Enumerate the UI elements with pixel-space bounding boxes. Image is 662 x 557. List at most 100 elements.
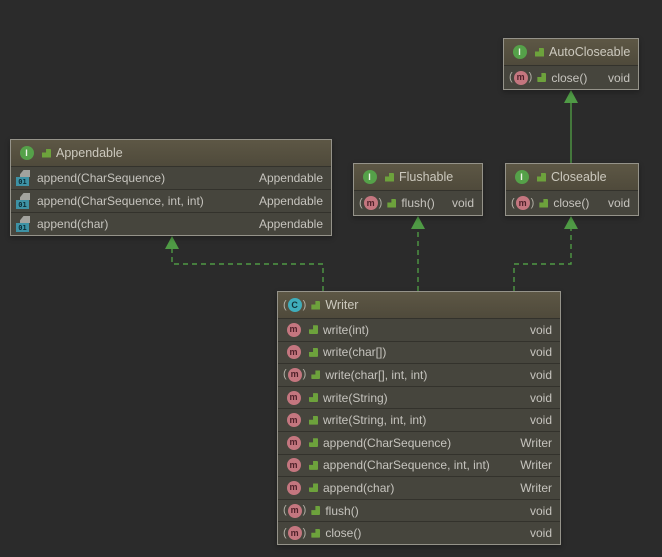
method-name: append(CharSequence, int, int): [37, 194, 204, 208]
method-icon: m: [283, 458, 304, 472]
method-name: append(CharSequence): [323, 436, 451, 450]
class-node-writer[interactable]: C Writer m write(int) void m write(char[…: [277, 291, 561, 545]
method-name: append(char): [37, 217, 108, 231]
method-row[interactable]: 01 append(char) Appendable: [11, 212, 331, 235]
interface-icon: I: [511, 170, 532, 184]
method-name: write(String): [323, 391, 388, 405]
method-row[interactable]: 01 append(CharSequence) Appendable: [11, 166, 331, 189]
public-modifier-icon: [539, 199, 548, 208]
interface-icon: I: [16, 146, 37, 160]
method-row[interactable]: m flush() void: [354, 190, 482, 215]
edge-writer-implements-flushable[interactable]: [411, 216, 425, 291]
triangle-arrowhead: [564, 216, 578, 229]
method-return-type: void: [530, 526, 552, 540]
public-modifier-icon: [385, 173, 394, 182]
class-header[interactable]: I AutoCloseable: [504, 39, 638, 65]
class-node-flushable[interactable]: I Flushable m flush() void: [353, 163, 483, 216]
abstract-class-icon: C: [283, 298, 306, 312]
abstract-method-icon: m: [283, 526, 306, 540]
method-name: write(int): [323, 323, 369, 337]
method-return-type: void: [452, 196, 474, 210]
method-row[interactable]: m write(char[], int, int) void: [278, 363, 560, 386]
class-name: Closeable: [551, 170, 607, 184]
edge-closeable-extends-autocloseable[interactable]: [564, 90, 578, 163]
abstract-method-icon: m: [359, 196, 382, 210]
public-modifier-icon: [387, 199, 396, 208]
class-node-appendable[interactable]: I Appendable 01 append(CharSequence) App…: [10, 139, 332, 236]
method-icon: m: [283, 391, 304, 405]
public-modifier-icon: [309, 438, 318, 447]
edge-writer-implements-closeable[interactable]: [514, 216, 578, 291]
method-row[interactable]: m write(String) void: [278, 386, 560, 409]
method-icon: m: [283, 323, 304, 337]
method-return-type: void: [530, 323, 552, 337]
method-icon: m: [283, 413, 304, 427]
method-name: write(String, int, int): [323, 413, 426, 427]
binary-method-icon: 01: [16, 216, 32, 232]
method-return-type: Appendable: [259, 194, 323, 208]
method-name: append(char): [323, 481, 394, 495]
class-header[interactable]: C Writer: [278, 292, 560, 318]
public-modifier-icon: [309, 461, 318, 470]
method-return-type: void: [530, 413, 552, 427]
abstract-method-icon: m: [283, 504, 306, 518]
class-name: Flushable: [399, 170, 453, 184]
class-header[interactable]: I Appendable: [11, 140, 331, 166]
method-row[interactable]: m append(CharSequence, int, int) Writer: [278, 454, 560, 477]
class-node-closeable[interactable]: I Closeable m close() void: [505, 163, 639, 216]
public-modifier-icon: [537, 173, 546, 182]
method-icon: m: [283, 481, 304, 495]
method-row[interactable]: m append(CharSequence) Writer: [278, 431, 560, 454]
method-name: append(CharSequence): [37, 171, 165, 185]
method-name: write(char[]): [323, 345, 386, 359]
method-row[interactable]: m close() void: [278, 521, 560, 544]
public-modifier-icon: [311, 370, 320, 379]
method-name: flush(): [325, 504, 358, 518]
method-return-type: Appendable: [259, 171, 323, 185]
method-row[interactable]: m close() void: [504, 65, 638, 89]
method-return-type: Writer: [520, 481, 552, 495]
method-row[interactable]: m write(int) void: [278, 318, 560, 341]
public-modifier-icon: [309, 416, 318, 425]
method-return-type: void: [530, 345, 552, 359]
method-name: write(char[], int, int): [325, 368, 427, 382]
class-name: Appendable: [56, 146, 123, 160]
method-row[interactable]: m write(String, int, int) void: [278, 408, 560, 431]
class-node-autocloseable[interactable]: I AutoCloseable m close() void: [503, 38, 639, 90]
method-row[interactable]: m flush() void: [278, 499, 560, 522]
abstract-method-icon: m: [509, 71, 532, 85]
edge-writer-implements-appendable[interactable]: [165, 236, 323, 291]
triangle-arrowhead: [411, 216, 425, 229]
interface-icon: I: [359, 170, 380, 184]
method-return-type: void: [530, 368, 552, 382]
method-row[interactable]: m close() void: [506, 190, 638, 215]
interface-icon: I: [509, 45, 530, 59]
public-modifier-icon: [42, 149, 51, 158]
method-name: close(): [325, 526, 361, 540]
method-return-type: Writer: [520, 458, 552, 472]
public-modifier-icon: [309, 325, 318, 334]
method-return-type: void: [530, 504, 552, 518]
method-return-type: void: [608, 196, 630, 210]
public-modifier-icon: [309, 483, 318, 492]
binary-method-icon: 01: [16, 170, 32, 186]
class-name: Writer: [325, 298, 358, 312]
class-name: AutoCloseable: [549, 45, 630, 59]
method-row[interactable]: m append(char) Writer: [278, 476, 560, 499]
uml-diagram-canvas: I AutoCloseable m close() void I Appenda…: [0, 0, 662, 557]
binary-method-icon: 01: [16, 193, 32, 209]
public-modifier-icon: [311, 301, 320, 310]
method-name: append(CharSequence, int, int): [323, 458, 490, 472]
class-header[interactable]: I Flushable: [354, 164, 482, 190]
abstract-method-icon: m: [283, 368, 306, 382]
method-return-type: void: [608, 71, 630, 85]
class-header[interactable]: I Closeable: [506, 164, 638, 190]
method-return-type: Appendable: [259, 217, 323, 231]
method-row[interactable]: 01 append(CharSequence, int, int) Append…: [11, 189, 331, 212]
method-row[interactable]: m write(char[]) void: [278, 341, 560, 364]
method-name: flush(): [401, 196, 434, 210]
public-modifier-icon: [537, 73, 546, 82]
public-modifier-icon: [309, 393, 318, 402]
method-icon: m: [283, 345, 304, 359]
abstract-method-icon: m: [511, 196, 534, 210]
